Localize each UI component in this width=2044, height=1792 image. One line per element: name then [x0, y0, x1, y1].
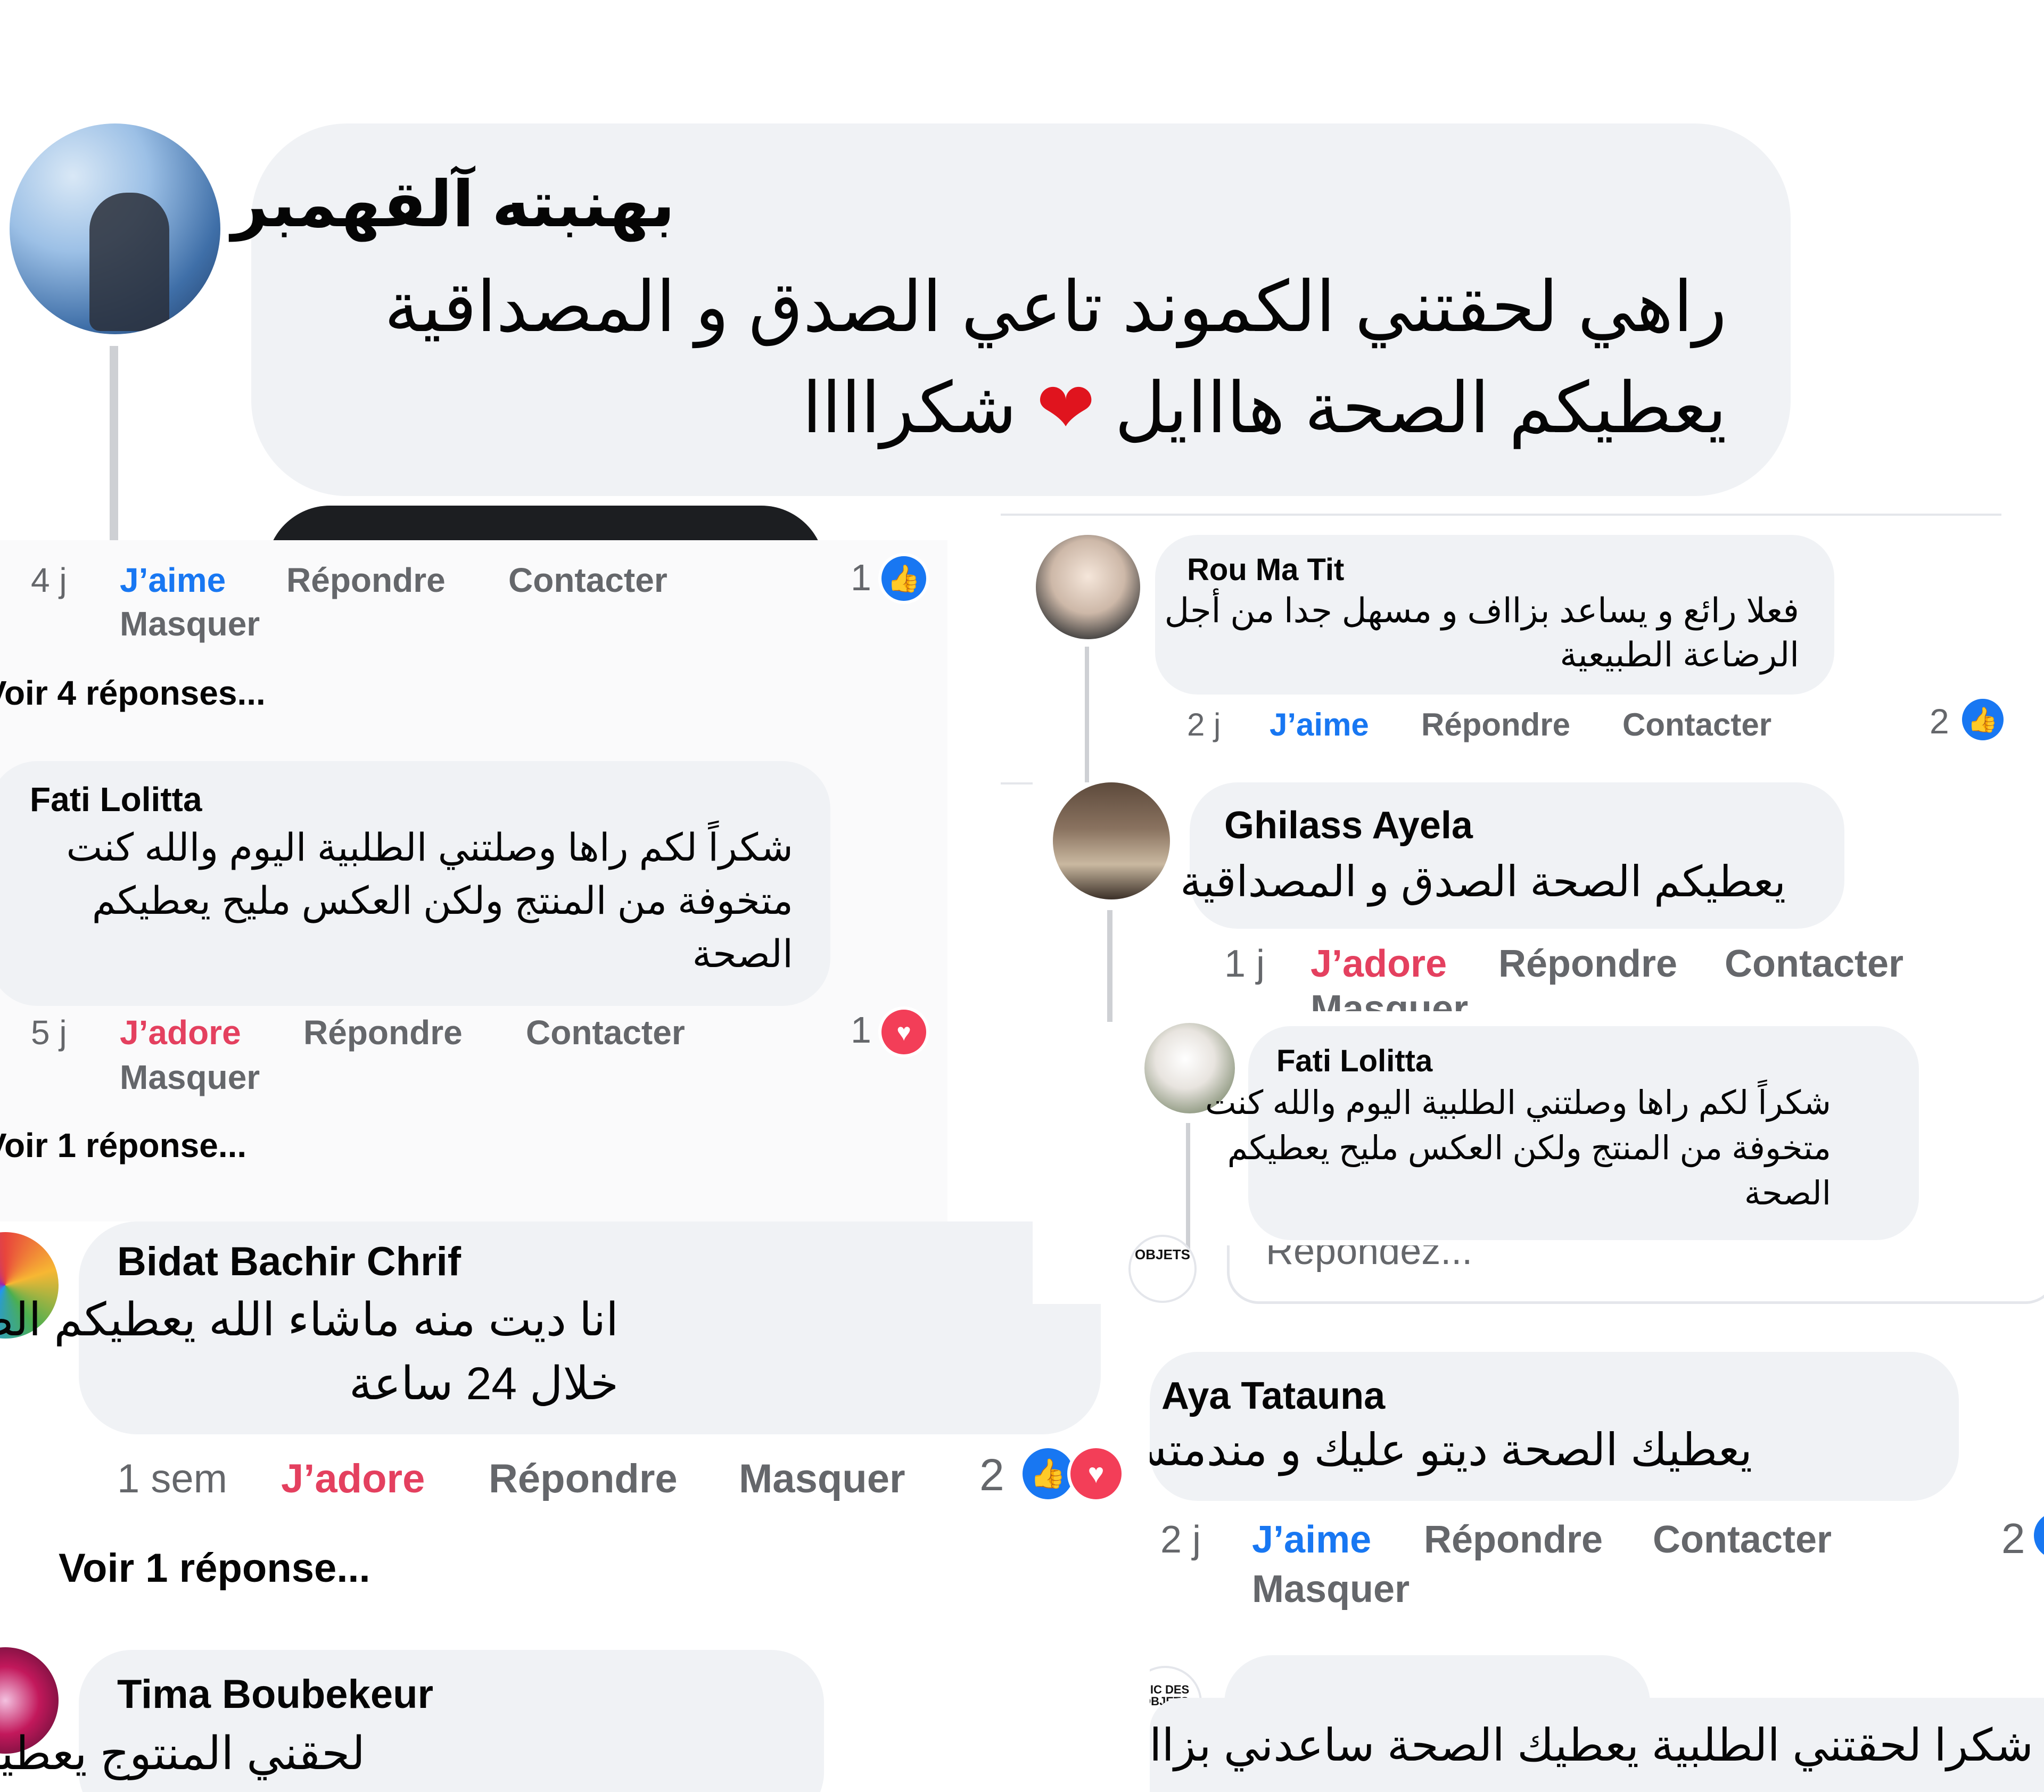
comment-author[interactable]: Rou Ma Tit [1187, 552, 1344, 588]
reaction-count: 2 [2001, 1515, 2025, 1562]
see-replies-link[interactable]: Voir 1 réponse... [0, 1126, 246, 1165]
reply-button[interactable]: Répondre [489, 1456, 678, 1502]
love-button[interactable]: J’adore [120, 1013, 241, 1052]
comment-author[interactable]: Aya Tatauna [1161, 1374, 1385, 1418]
comment-text-2: يعطيكم الصحة هااايل ❤ شكراااا [802, 367, 1727, 449]
comment-text-end: شكراااا [802, 369, 1017, 447]
avatar-figure [89, 193, 169, 331]
comment-text: انا ديت منه ماشاء الله يعطيكم الصحة ووصل… [0, 1294, 619, 1345]
reply-placeholder: Répondez... [1266, 1245, 1473, 1273]
comment-time: 5 j [31, 1013, 67, 1052]
comment-time: 1 j [1224, 943, 1265, 985]
hide-button[interactable]: Masquer [1311, 987, 1468, 1011]
comment-time: 4 j [31, 561, 67, 599]
thread-line [1107, 910, 1112, 1022]
comment-text: متخوفة من المنتج ولكن العكس مليح يعطيكم [1227, 1130, 1831, 1167]
right-comment-panel: Rou Ma Tit فعلا رائع و يساعد بزااف و مسه… [1001, 514, 2044, 790]
see-replies-link[interactable]: Voir 4 réponses... [0, 673, 266, 713]
comment-author[interactable]: Bidat Bachir Chrif [117, 1238, 461, 1285]
comment-text: فعلا رائع و يساعد بزااف و مسهل جدا من أج… [1164, 591, 1799, 630]
reaction-count: 2 [979, 1450, 1004, 1500]
like-icon: 👍 [1959, 696, 2007, 744]
reply-input[interactable]: Répondez... [1227, 1245, 2044, 1304]
comment-text: الصحة [692, 933, 793, 976]
comment-time: 2 j [1160, 1518, 1201, 1561]
reply-button[interactable]: Répondre [286, 560, 446, 600]
reaction-count: 1 [851, 557, 871, 598]
contact-button[interactable]: Contacter [1622, 706, 1771, 743]
contact-button[interactable]: Contacter [526, 1013, 685, 1052]
hide-button[interactable]: Masquer [120, 1058, 260, 1097]
see-replies-link[interactable]: Voir 1 réponse... [59, 1545, 370, 1591]
avatar[interactable] [1036, 535, 1140, 639]
comment-time: 2 j [1187, 707, 1221, 742]
comment-text: لحقني المنتوج يعطيكم الصحة هايل [0, 1728, 365, 1779]
reply-button[interactable]: Répondre [303, 1013, 463, 1052]
comment-text: يعطيك الصحة ديتو عليك و مندمتش ❤❤ [1150, 1424, 1752, 1476]
contact-button[interactable]: Contacter [1725, 942, 1903, 986]
reply-button[interactable]: Répondre [1421, 706, 1570, 743]
red-heart-icon: ❤ [1017, 369, 1095, 447]
thread-line [110, 346, 118, 543]
comment-time: 1 sem [117, 1456, 227, 1501]
like-icon: 👍 [2031, 1509, 2044, 1562]
reaction-count: 2 [1930, 701, 1949, 741]
comment-text: متخوفة من المنتج ولكن العكس مليح يعطيكم [92, 880, 793, 922]
comment-text: يعطيكم الصحة الصدق و المصداقية [1180, 858, 1786, 905]
comment-text-part: يعطيكم الصحة هااايل [1115, 369, 1727, 447]
hide-button[interactable]: Masquer [120, 604, 260, 643]
comment-text: الرضاعة الطبيعية [1560, 635, 1799, 674]
left-comments-panel: 4 j J’aime Répondre Contacter Masquer 1 … [0, 540, 947, 1235]
hide-button[interactable]: Masquer [739, 1456, 905, 1502]
like-icon: 👍 [878, 553, 929, 604]
love-button[interactable]: J’adore [1311, 942, 1447, 986]
page-logo: OBJETS [1128, 1235, 1197, 1303]
comment-author[interactable]: Tima Boubekeur [117, 1671, 433, 1717]
like-button[interactable]: J’aime [1270, 706, 1369, 743]
contact-button[interactable]: Contacter [508, 560, 667, 600]
comment-text: الصحة [1744, 1175, 1831, 1212]
comment-text-part: يعطيك الصحة ديتو عليك و مندمتش [1150, 1425, 1752, 1475]
reply-button[interactable]: Répondre [1424, 1518, 1603, 1562]
right-comment-panel-2: Ghilass Ayela يعطيكم الصحة الصدق و المصد… [1033, 782, 2044, 1304]
avatar[interactable] [1053, 782, 1170, 899]
like-button[interactable]: J’aime [120, 560, 226, 600]
logo-text: OBJETS [1134, 1246, 1191, 1262]
comment-text: شكراً لكم راها وصلتني الطلبية اليوم والل… [66, 827, 793, 869]
thread-line [1085, 647, 1089, 782]
avatar[interactable] [10, 123, 220, 334]
comment-text: شكرا لحقتني الطلبية يعطيك الصحة ساعدني ب… [1150, 1720, 2033, 1770]
comment-author[interactable]: بهنبته آلقهمبر [232, 168, 675, 242]
hide-button[interactable]: Masquer [1252, 1567, 1410, 1611]
comment-author[interactable]: Fati Lolitta [1276, 1043, 1432, 1079]
love-icon: ♥ [878, 1006, 929, 1058]
comment-text: خلال 24 ساعة [349, 1358, 619, 1409]
comment-text: راهي لحقتني الكموند تاعي الصدق و المصداق… [384, 268, 1727, 346]
bottom-left-panel: Bidat Bachir Chrif انا ديت منه ماشاء الل… [0, 1221, 1150, 1792]
contact-button[interactable]: Contacter [1653, 1518, 1832, 1562]
divider [1001, 514, 2001, 516]
comment-author[interactable]: Ghilass Ayela [1224, 804, 1473, 847]
reaction-count: 1 [851, 1009, 871, 1051]
reply-button[interactable]: Répondre [1498, 942, 1677, 986]
comment-text: شكراً لكم راها وصلتني الطلبية اليوم والل… [1205, 1085, 1831, 1121]
like-button[interactable]: J’aime [1252, 1518, 1371, 1562]
love-icon: ♥ [1067, 1445, 1125, 1502]
comment-author[interactable]: Fati Lolitta [30, 780, 202, 819]
right-comment-panel-3: Aya Tatauna يعطيك الصحة ديتو عليك و مندم… [1150, 1325, 2044, 1792]
love-button[interactable]: J’adore [281, 1456, 425, 1502]
